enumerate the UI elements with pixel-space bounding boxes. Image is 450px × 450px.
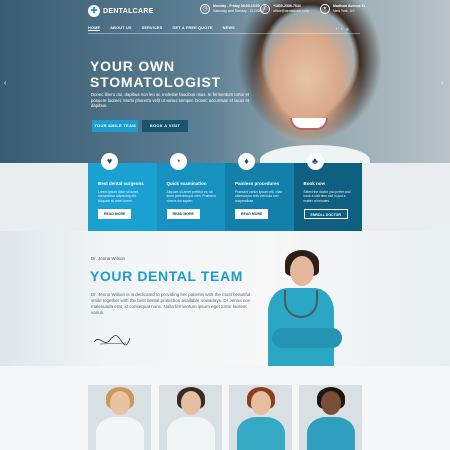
nav-item-about-us[interactable]: ABOUT US: [110, 26, 131, 31]
nav-divider: [88, 33, 360, 34]
top-bar: ✚ DENTALCARE ◷ Monday - Friday 08:00-19:…: [0, 0, 450, 22]
read-more-button[interactable]: READ MORE: [98, 209, 132, 219]
feature-card: ◔ Quick examination Aliquam sit amet por…: [156, 153, 225, 231]
tooth-icon: ◔: [169, 153, 187, 170]
phone-info: ✆ +1800-2336-7844 office@dentalcare.com: [260, 4, 309, 14]
nav-item-free-quote[interactable]: GET A FREE QUOTE: [172, 26, 212, 31]
tooth-icon: ✚: [88, 5, 100, 17]
address-sub: New York, US: [333, 9, 355, 13]
google-plus-icon[interactable]: g: [346, 26, 348, 31]
read-more-button[interactable]: READ MORE: [235, 209, 269, 219]
slider-prev-arrow-icon[interactable]: ‹: [4, 80, 6, 87]
address-info: ⌖ Madison Avenue 11 New York, US: [320, 4, 365, 14]
dentist-portrait: [262, 248, 362, 366]
nav-item-home[interactable]: HOME: [88, 26, 101, 31]
book-visit-button[interactable]: BOOK A VISIT: [142, 120, 188, 132]
nav-item-news[interactable]: NEWS: [223, 26, 235, 31]
hero-title-line1: YOUR OWN: [90, 58, 175, 74]
read-more-button[interactable]: READ MORE: [166, 209, 200, 219]
staff-scrubs: [307, 417, 355, 450]
hero-portrait-smile: [290, 118, 328, 130]
feature-title: Quick examination: [166, 181, 207, 186]
hero-banner: ✚ DENTALCARE ◷ Monday - Friday 08:00-19:…: [0, 0, 450, 163]
clock-icon: ◷: [200, 4, 210, 14]
hero-description: Donec libero dui, dapibus non leo at, mo…: [91, 92, 250, 109]
staff-scrubs: [96, 417, 144, 450]
feature-title: Book now: [303, 181, 326, 186]
signature-image: [93, 335, 131, 346]
slider-next-arrow-icon[interactable]: ›: [441, 80, 443, 87]
features-row: ♥ Best dental surgeons Lorem ipsum dolor…: [88, 153, 362, 231]
email-address[interactable]: office@dentalcare.com: [273, 9, 309, 14]
feature-text: Praesent varius lipsum elit, vitae ullam…: [235, 190, 283, 203]
phone-icon: ✆: [260, 4, 270, 14]
feature-text: Select the doctor you prefer and book a …: [303, 190, 351, 203]
feature-card: ♣ Book now Select the doctor you prefer …: [293, 153, 362, 231]
hours-info: ◷ Monday - Friday 08:00-19:00 Saturday a…: [200, 4, 264, 14]
twitter-icon[interactable]: t: [341, 26, 342, 31]
enroll-doctor-button[interactable]: ENROLL DOCTOR: [303, 209, 348, 219]
logo[interactable]: ✚ DENTALCARE: [88, 5, 154, 17]
staff-section: [0, 366, 450, 450]
staff-face: [251, 391, 271, 415]
feature-text: Aliquam sit amet porttitor ex, sit amet …: [166, 190, 216, 203]
staff-photo[interactable]: [299, 385, 362, 450]
facebook-icon[interactable]: f: [336, 26, 337, 31]
feature-text: Lorem ipsum dolor sit amet, consectetur …: [98, 190, 139, 203]
social-links: f t g: [336, 26, 348, 31]
tooth-icon: ♥: [101, 153, 118, 170]
tooth-icon: ♦: [238, 153, 255, 170]
dentist-face: [290, 256, 314, 286]
staff-photo[interactable]: [88, 385, 151, 450]
staff-face: [110, 391, 130, 415]
staff-face: [321, 391, 341, 415]
feature-card: ♦ Painless procedures Praesent varius li…: [225, 153, 294, 231]
hero-title-line2: STOMATOLOGIST: [90, 74, 221, 90]
team-description: Dr. Jenna Wilson is is dedicated to prov…: [91, 292, 251, 315]
logo-text: DENTALCARE: [103, 7, 154, 15]
staff-face: [181, 391, 201, 415]
staff-scrubs: [237, 417, 285, 450]
hero-portrait: [232, 0, 382, 163]
location-pin-icon: ⌖: [320, 4, 330, 14]
tooth-icon: ♣: [306, 153, 324, 170]
staff-photo[interactable]: [229, 385, 292, 450]
staff-photo[interactable]: [159, 385, 222, 450]
dentist-arms: [272, 328, 342, 348]
feature-title: Best dental surgeons: [98, 181, 144, 186]
feature-card: ♥ Best dental surgeons Lorem ipsum dolor…: [88, 153, 157, 231]
staff-scrubs: [167, 417, 215, 450]
team-subtitle: Dr. Jenna Wilson: [91, 256, 126, 261]
hours-sub: Saturday and Sunday - CLOSED: [213, 9, 265, 13]
feature-title: Painless procedures: [235, 181, 280, 186]
smile-team-button[interactable]: YOUR SMILE TEAM: [92, 120, 138, 132]
team-title: YOUR DENTAL TEAM: [90, 268, 243, 284]
nav-item-services[interactable]: SERVICES: [142, 26, 163, 31]
main-nav: HOME ABOUT US SERVICES GET A FREE QUOTE …: [88, 26, 235, 31]
